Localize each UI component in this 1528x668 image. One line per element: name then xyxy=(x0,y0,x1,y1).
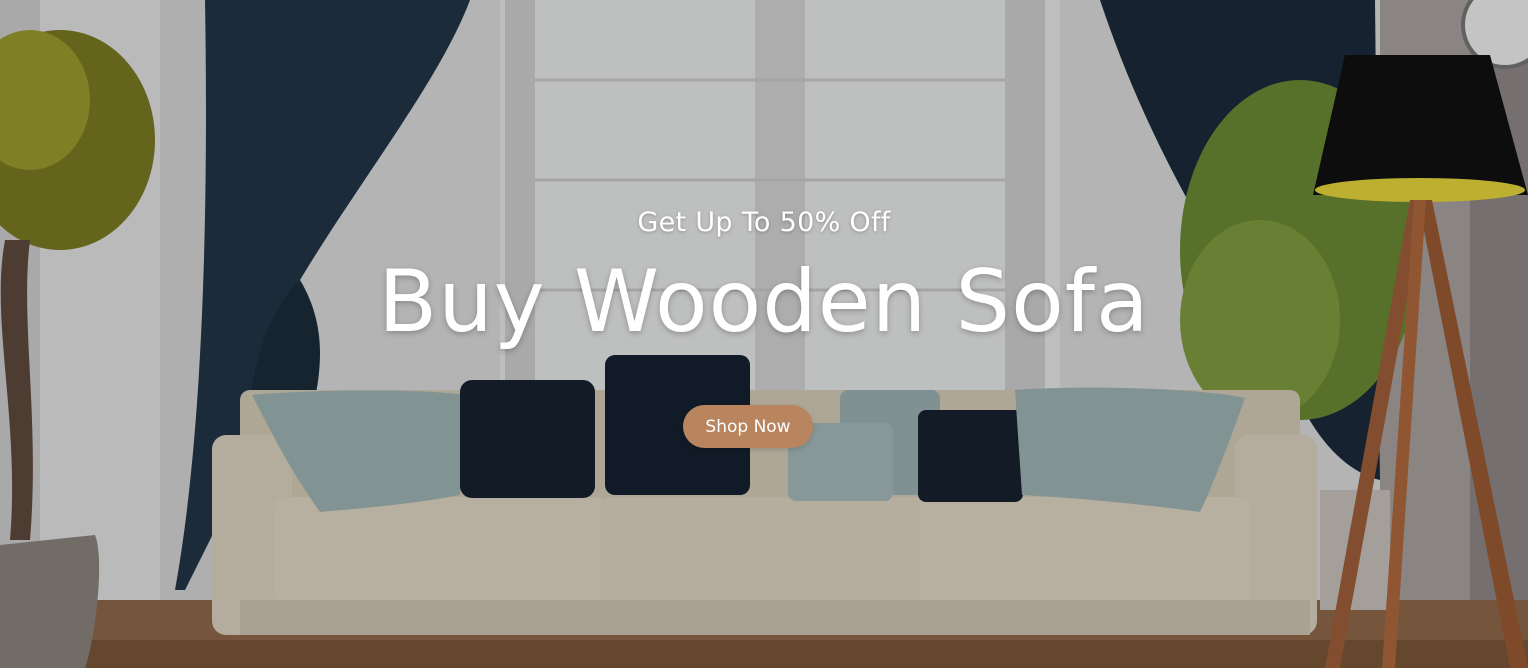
hero-title: Buy Wooden Sofa xyxy=(378,252,1150,352)
hero-subtitle: Get Up To 50% Off xyxy=(637,207,891,238)
hero-content: Get Up To 50% Off Buy Wooden Sofa Shop N… xyxy=(0,0,1528,668)
shop-now-button[interactable]: Shop Now xyxy=(683,405,813,448)
hero-banner: Get Up To 50% Off Buy Wooden Sofa Shop N… xyxy=(0,0,1528,668)
